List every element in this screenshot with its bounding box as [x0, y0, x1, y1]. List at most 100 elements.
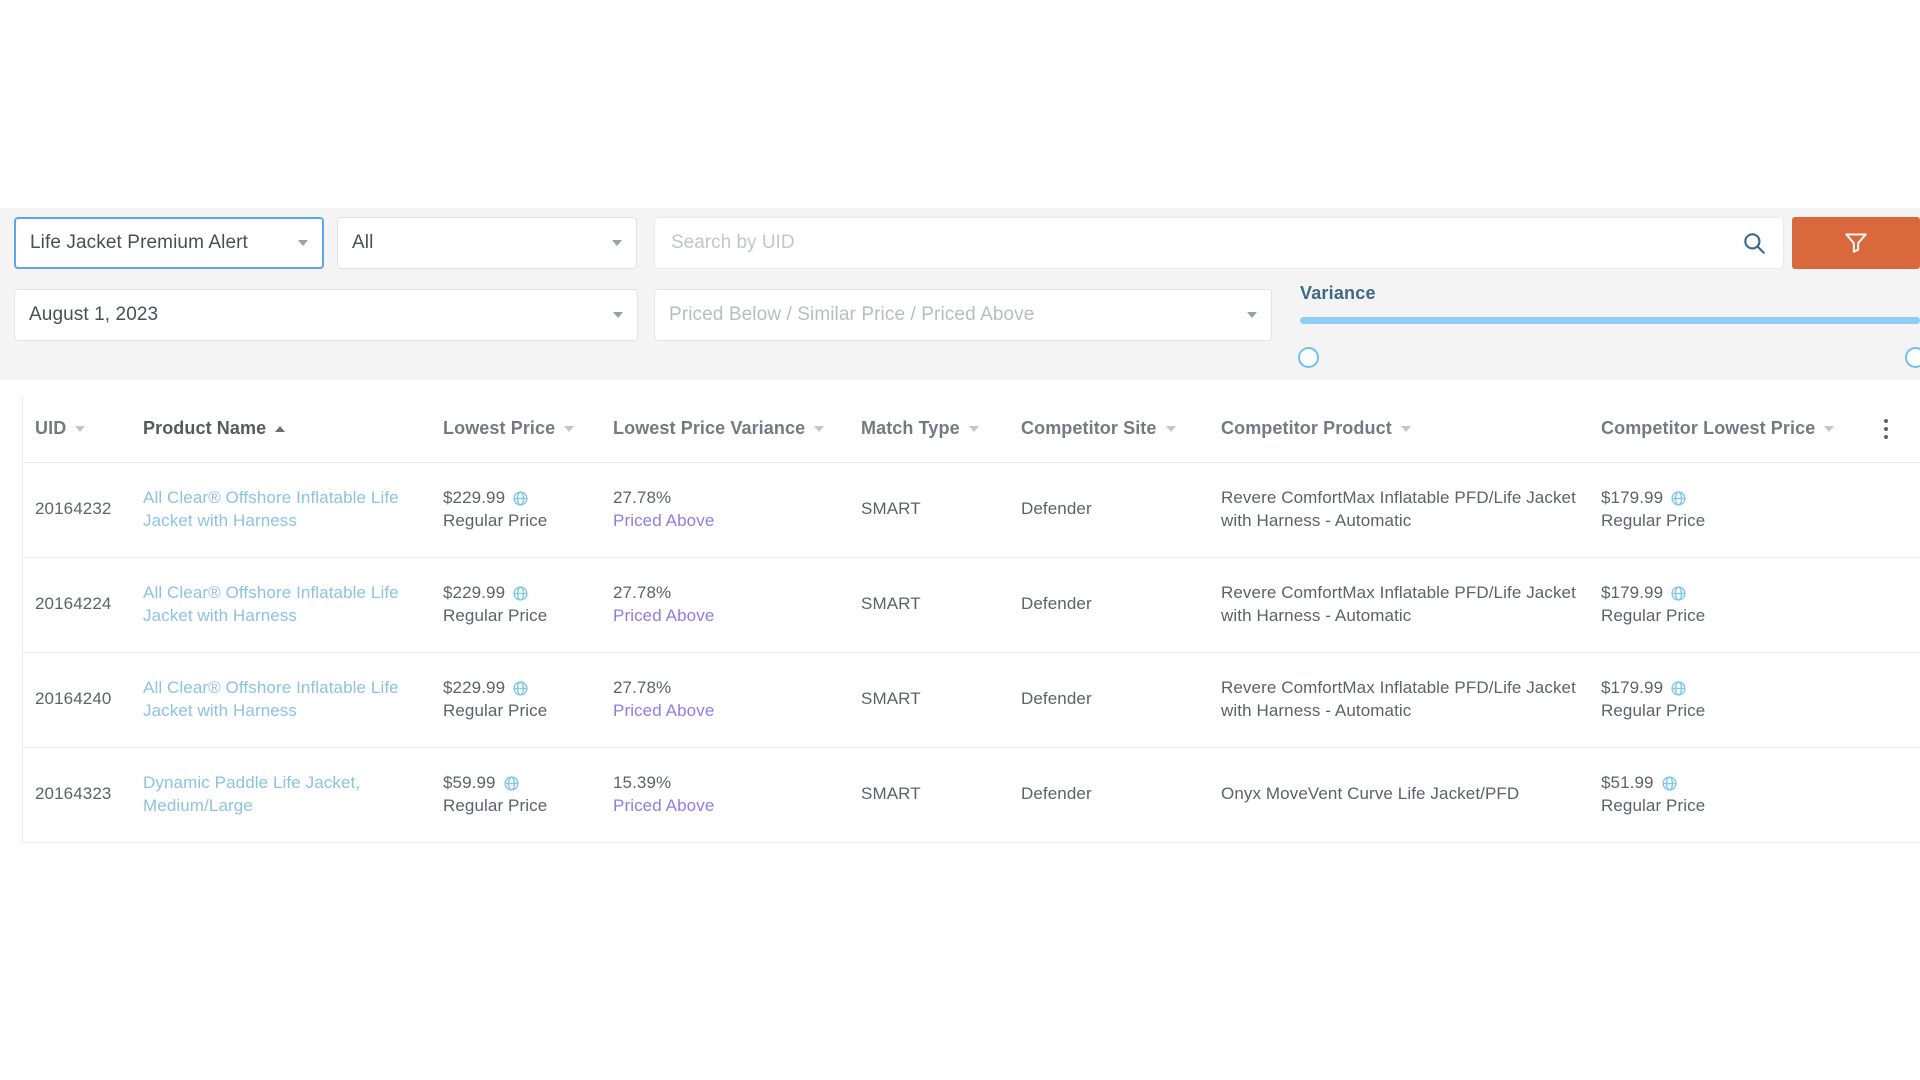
filter-funnel-icon: [1843, 229, 1869, 258]
cell-competitor-lowest-price: $179.99 Regular Price: [1601, 557, 1851, 653]
cell-product-name: All Clear® Offshore Inflatable Life Jack…: [143, 557, 443, 653]
cell-lowest-price: $229.99 Regular Price: [443, 462, 613, 558]
cell-uid: 20164224: [23, 557, 143, 653]
variance-label: Variance: [1300, 283, 1376, 303]
price-status-placeholder: Priced Below / Similar Price / Priced Ab…: [669, 304, 1035, 325]
table-row[interactable]: 20164240 All Clear® Offshore Inflatable L…: [23, 652, 1920, 748]
competitor-product-value: Revere ComfortMax Inflatable PFD/Life Ja…: [1221, 583, 1576, 625]
variance-slider-thumb-min[interactable]: [1298, 347, 1319, 368]
table-row[interactable]: 20164232 All Clear® Offshore Inflatable L…: [23, 462, 1920, 558]
table-row[interactable]: 20164224 All Clear® Offshore Inflatable L…: [23, 557, 1920, 653]
variance-status-link[interactable]: Priced Above: [613, 700, 861, 722]
column-header-lowest-price-variance[interactable]: Lowest Price Variance: [613, 396, 861, 463]
column-label: Product Name: [143, 418, 267, 439]
column-header-lowest-price[interactable]: Lowest Price: [443, 396, 613, 463]
search-field-wrapper[interactable]: [654, 217, 1784, 269]
cell-competitor-lowest-price: $179.99 Regular Price: [1601, 462, 1851, 558]
competitor-lowest-price-value: $179.99: [1601, 583, 1664, 603]
cell-competitor-site: Defender: [1021, 557, 1221, 653]
product-name-link[interactable]: All Clear® Offshore Inflatable Life Jack…: [143, 677, 425, 722]
lowest-price-type: Regular Price: [443, 700, 548, 720]
uid-value: 20164240: [35, 689, 112, 709]
lowest-price-type: Regular Price: [443, 795, 548, 815]
variance-slider-thumb-max[interactable]: [1905, 347, 1920, 368]
sort-caret-icon: [814, 425, 825, 432]
globe-icon[interactable]: [1661, 775, 1678, 792]
cell-product-name: All Clear® Offshore Inflatable Life Jack…: [143, 652, 443, 748]
lowest-price-type: Regular Price: [443, 605, 548, 625]
alert-select[interactable]: Life Jacket Premium Alert: [14, 217, 324, 269]
lowest-price-type: Regular Price: [443, 510, 548, 530]
results-table: UID Product Name Lowest Price Lowest Pri…: [23, 396, 1920, 843]
price-status-select[interactable]: Priced Below / Similar Price / Priced Ab…: [654, 289, 1272, 341]
cell-competitor-site: Defender: [1021, 462, 1221, 558]
product-name-link[interactable]: Dynamic Paddle Life Jacket, Medium/Large: [143, 772, 425, 817]
column-label: Competitor Product: [1221, 418, 1392, 439]
globe-icon[interactable]: [512, 680, 529, 697]
column-header-competitor-product[interactable]: Competitor Product: [1221, 396, 1601, 463]
lowest-price-value: $229.99: [443, 583, 506, 603]
sort-caret-icon: [75, 425, 86, 432]
sort-caret-icon: [968, 425, 979, 432]
app-page: Life Jacket Premium Alert All Search by …: [0, 0, 1920, 1080]
kebab-menu-icon[interactable]: [1851, 418, 1920, 439]
variance-percent: 27.78%: [613, 488, 672, 508]
competitor-product-value: Revere ComfortMax Inflatable PFD/Life Ja…: [1221, 678, 1576, 720]
alert-select-value: Life Jacket Premium Alert: [30, 232, 248, 253]
column-header-uid[interactable]: UID: [23, 396, 143, 463]
match-type-value: SMART: [861, 689, 921, 709]
cell-lowest-price: $229.99 Regular Price: [443, 652, 613, 748]
globe-icon[interactable]: [512, 585, 529, 602]
globe-icon[interactable]: [503, 775, 520, 792]
variance-slider-track[interactable]: [1298, 317, 1920, 368]
globe-icon[interactable]: [1670, 490, 1687, 507]
variance-status-link[interactable]: Priced Above: [613, 795, 861, 817]
competitor-product-value: Revere ComfortMax Inflatable PFD/Life Ja…: [1221, 488, 1576, 530]
table-header: UID Product Name Lowest Price Lowest Pri…: [23, 396, 1920, 463]
lowest-price-value: $59.99: [443, 773, 496, 793]
column-label: Lowest Price: [443, 418, 556, 439]
globe-icon[interactable]: [512, 490, 529, 507]
competitor-product-value: Onyx MoveVent Curve Life Jacket/PFD: [1221, 784, 1520, 804]
cell-competitor-site: Defender: [1021, 747, 1221, 843]
competitor-site-value: Defender: [1021, 594, 1092, 614]
date-select[interactable]: August 1, 2023: [14, 289, 638, 341]
filters-toolbar: Life Jacket Premium Alert All Search by …: [0, 208, 1920, 380]
search-icon[interactable]: [1741, 230, 1767, 256]
product-name-link[interactable]: All Clear® Offshore Inflatable Life Jack…: [143, 582, 425, 627]
column-header-match-type[interactable]: Match Type: [861, 396, 1021, 463]
cell-competitor-product: Revere ComfortMax Inflatable PFD/Life Ja…: [1221, 557, 1601, 653]
globe-icon[interactable]: [1670, 680, 1687, 697]
column-header-competitor-lowest-price[interactable]: Competitor Lowest Price: [1601, 396, 1851, 463]
uid-value: 20164323: [35, 784, 112, 804]
cell-competitor-lowest-price: $51.99 Regular Price: [1601, 747, 1851, 843]
cell-match-type: SMART: [861, 747, 1021, 843]
uid-value: 20164232: [35, 499, 112, 519]
cell-lowest-price-variance: 15.39% Priced Above: [613, 747, 861, 843]
scope-select[interactable]: All: [337, 217, 637, 269]
cell-match-type: SMART: [861, 652, 1021, 748]
cell-lowest-price-variance: 27.78% Priced Above: [613, 557, 861, 653]
cell-competitor-product: Revere ComfortMax Inflatable PFD/Life Ja…: [1221, 652, 1601, 748]
cell-product-name: Dynamic Paddle Life Jacket, Medium/Large: [143, 747, 443, 843]
product-name-link[interactable]: All Clear® Offshore Inflatable Life Jack…: [143, 487, 425, 532]
variance-status-link[interactable]: Priced Above: [613, 605, 861, 627]
table-row[interactable]: 20164323 Dynamic Paddle Life Jacket, Medi…: [23, 747, 1920, 843]
competitor-site-value: Defender: [1021, 784, 1092, 804]
lowest-price-value: $229.99: [443, 488, 506, 508]
variance-slider-block: Variance: [1296, 280, 1920, 368]
variance-status-link[interactable]: Priced Above: [613, 510, 861, 532]
cell-lowest-price-variance: 27.78% Priced Above: [613, 652, 861, 748]
globe-icon[interactable]: [1670, 585, 1687, 602]
variance-percent: 27.78%: [613, 583, 672, 603]
chevron-down-icon: [613, 312, 623, 318]
search-input[interactable]: [671, 232, 1741, 254]
column-header-product-name[interactable]: Product Name: [143, 396, 443, 463]
chevron-down-icon: [1247, 312, 1257, 318]
filter-button[interactable]: [1792, 217, 1920, 269]
column-header-menu: [1851, 396, 1920, 463]
cell-match-type: SMART: [861, 557, 1021, 653]
cell-product-name: All Clear® Offshore Inflatable Life Jack…: [143, 462, 443, 558]
competitor-lowest-price-value: $51.99: [1601, 773, 1654, 793]
column-header-competitor-site[interactable]: Competitor Site: [1021, 396, 1221, 463]
